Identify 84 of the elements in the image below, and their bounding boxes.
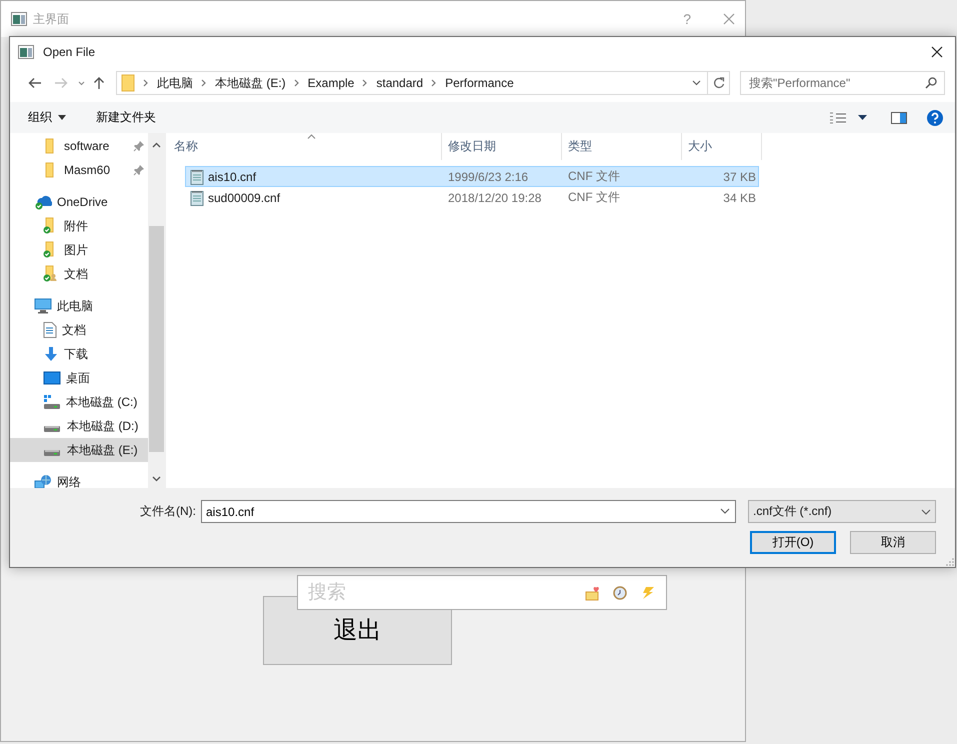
- nav-item[interactable]: 本地磁盘 (C:): [10, 390, 148, 414]
- scroll-up-icon[interactable]: [152, 142, 161, 148]
- chevron-icon[interactable]: [720, 508, 730, 514]
- monitor-icon: [34, 298, 52, 314]
- window-title: 主界面: [33, 10, 70, 28]
- chevron-icon: [921, 508, 931, 514]
- scroll-down-icon[interactable]: [152, 476, 161, 482]
- search-icon: [925, 77, 937, 89]
- help-icon[interactable]: [927, 110, 943, 126]
- nav-item[interactable]: 本地磁盘 (E:): [10, 438, 148, 462]
- column-header[interactable]: 类型: [562, 133, 682, 160]
- breadcrumb-item[interactable]: standard: [376, 76, 424, 90]
- sort-caret-icon: [307, 134, 316, 139]
- chevron-icon: [78, 80, 84, 86]
- caret-icon: [58, 115, 66, 120]
- forward-arrow-icon: [54, 77, 68, 89]
- column-header[interactable]: 大小: [682, 133, 762, 160]
- file-size: 37 KB: [722, 170, 757, 184]
- caret-icon[interactable]: [858, 115, 867, 120]
- nav-item[interactable]: 文档: [10, 262, 148, 286]
- breadcrumb-item[interactable]: Example: [308, 76, 354, 90]
- file-type: CNF 文件: [567, 189, 621, 206]
- cloud-icon: [34, 194, 52, 210]
- nav-item[interactable]: 本地磁盘 (D:): [10, 414, 148, 438]
- breadcrumb-item[interactable]: 本地磁盘 (E:): [215, 74, 286, 92]
- window-icon: [18, 45, 34, 59]
- nav-item[interactable]: software: [10, 134, 148, 158]
- desktop-icon: [43, 371, 61, 385]
- nav-item[interactable]: 附件: [10, 214, 148, 238]
- nav-item[interactable]: Masm60: [10, 158, 148, 182]
- address-bar[interactable]: 此电脑 本地磁盘 (E:) Example standard Performance: [116, 71, 730, 95]
- view-list-icon[interactable]: [829, 112, 847, 124]
- clock-icon: [613, 586, 627, 600]
- refresh-icon: [712, 77, 724, 89]
- folder-icon: [121, 74, 135, 92]
- window-icon: [11, 12, 27, 26]
- column-header[interactable]: 名称: [168, 133, 442, 160]
- nav-item[interactable]: OneDrive: [10, 190, 148, 214]
- drive-icon: [43, 394, 61, 410]
- breadcrumb-item[interactable]: Performance: [445, 76, 514, 90]
- file-type: CNF 文件: [567, 168, 621, 185]
- drive-icon: [44, 426, 60, 432]
- drive-icon: [44, 450, 60, 456]
- modified-date: 1999/6/23 2:16: [447, 170, 530, 184]
- file-row[interactable]: ais10.cnf 1999/6/23 2:16 CNF 文件 37 KB: [185, 166, 759, 187]
- column-header[interactable]: 修改日期: [442, 133, 562, 160]
- file-icon: [190, 190, 204, 206]
- file-icon: [190, 168, 204, 184]
- close-icon[interactable]: [931, 46, 943, 58]
- cancel-button[interactable]: 取消: [850, 531, 936, 554]
- resize-grip-icon[interactable]: [945, 557, 955, 567]
- download-icon: [43, 346, 59, 362]
- file-name-label: 文件名(N):: [140, 503, 196, 520]
- folder-heart-icon: [585, 584, 601, 600]
- chevron-icon: [431, 79, 438, 87]
- file-name-field[interactable]: ais10.cnf: [201, 500, 736, 523]
- breadcrumb-item[interactable]: 此电脑: [157, 74, 193, 92]
- document-icon: [43, 322, 57, 338]
- chevron-icon: [692, 80, 700, 86]
- nav-item[interactable]: 下载: [10, 342, 148, 366]
- chevron-icon: [294, 79, 300, 87]
- nav-item[interactable]: 文档: [10, 318, 148, 342]
- organize-menu[interactable]: 组织: [28, 109, 66, 126]
- chevron-icon: [362, 79, 368, 87]
- new-folder-button[interactable]: 新建文件夹: [96, 109, 156, 126]
- back-arrow-icon: [28, 77, 42, 89]
- chevron-icon: [143, 79, 149, 87]
- file-name: sud00009.cnf: [208, 190, 280, 204]
- nav-item[interactable]: 此电脑: [10, 294, 148, 318]
- nav-item[interactable]: 桌面: [10, 366, 148, 390]
- open-button[interactable]: 打开(O): [750, 531, 836, 554]
- chevron-icon: [201, 79, 207, 87]
- preview-pane-icon[interactable]: [891, 112, 907, 124]
- folder-icon: [43, 265, 59, 283]
- file-row[interactable]: sud00009.cnf 2018/12/20 19:28 CNF 文件 34 KB: [185, 187, 759, 208]
- file-type-select[interactable]: .cnf文件 (*.cnf): [748, 500, 936, 523]
- file-size: 34 KB: [722, 190, 757, 204]
- scrollbar[interactable]: [148, 133, 165, 488]
- dialog-title: Open File: [43, 45, 96, 59]
- nav-item[interactable]: 图片: [10, 238, 148, 262]
- file-name: ais10.cnf: [208, 170, 256, 184]
- modified-date: 2018/12/20 19:28: [447, 190, 542, 204]
- search-field[interactable]: 搜索"Performance": [740, 71, 945, 95]
- up-arrow-icon: [93, 76, 105, 90]
